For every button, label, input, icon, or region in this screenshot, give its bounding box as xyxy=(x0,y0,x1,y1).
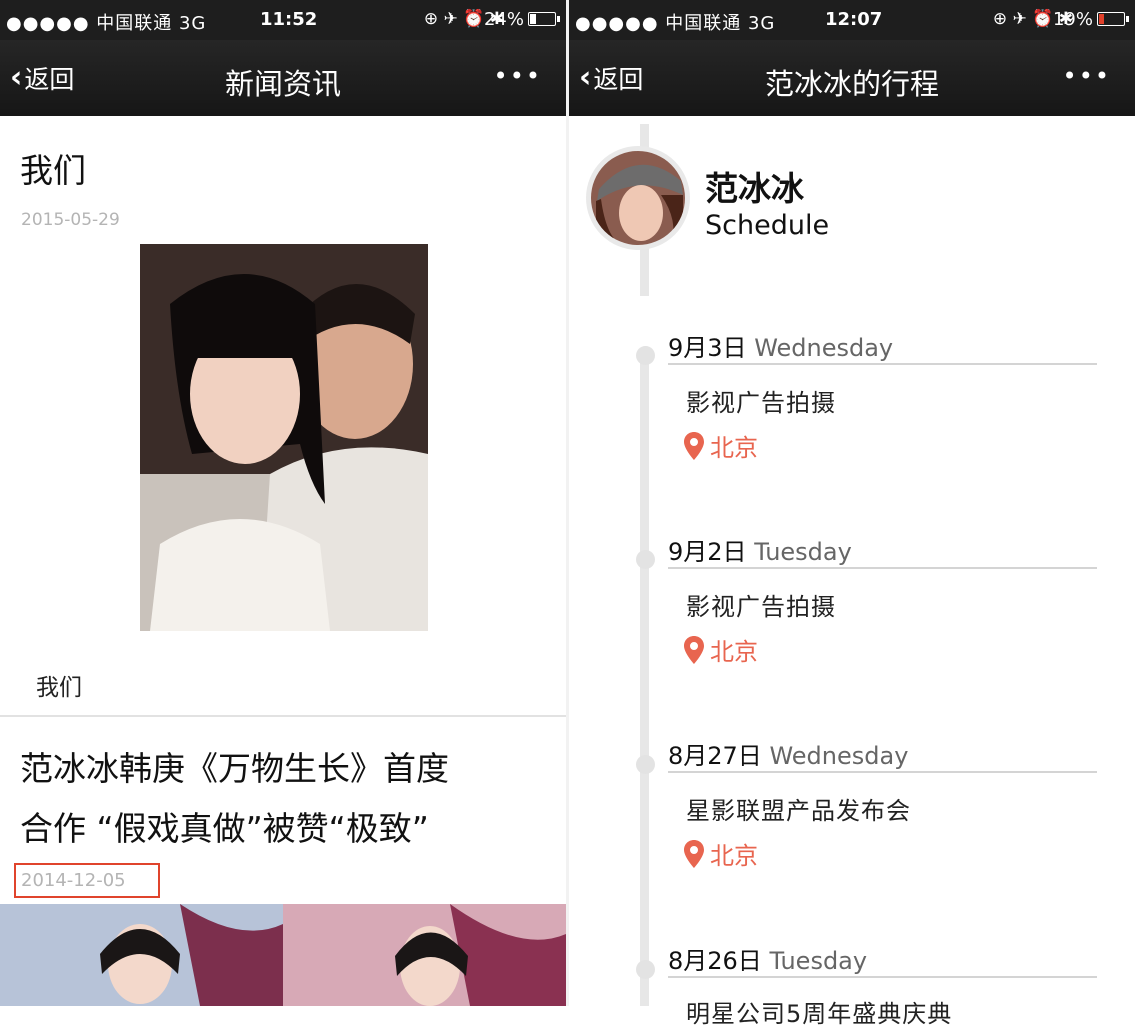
more-icon[interactable]: ••• xyxy=(494,62,542,90)
page-title: 新闻资讯 xyxy=(224,67,341,101)
timeline-line xyxy=(640,354,649,1006)
timeline-dot xyxy=(636,346,655,365)
timeline-dot xyxy=(636,550,655,569)
day-weekday: Wednesday xyxy=(754,334,894,362)
event-title[interactable]: 明星公司5周年盛典庆典 xyxy=(686,994,952,1029)
day-date: 8月27日 xyxy=(668,742,762,770)
day-weekday: Wednesday xyxy=(769,742,909,770)
article-title-2-line2[interactable]: 合作 “假戏真做”被赞“极致” xyxy=(20,802,429,850)
divider xyxy=(0,715,566,717)
battery-percent: 24% xyxy=(483,9,524,30)
status-bar: ●●●●● 中国联通 3G 11:52 ⊕ ✈ ⏰ ✱ 24% xyxy=(0,0,566,40)
article-date: 2015-05-29 xyxy=(21,210,120,230)
profile-name: 范冰冰 xyxy=(705,169,804,208)
nav-bar: ‹ 返回 新闻资讯 ••• xyxy=(0,40,566,116)
day-rule xyxy=(668,771,1097,773)
clock: 12:07 xyxy=(825,9,883,30)
day-header: 8月26日 Tuesday xyxy=(668,941,867,976)
avatar-photo xyxy=(591,151,685,245)
location-label: 北京 xyxy=(710,434,758,462)
photo-illustration xyxy=(140,244,428,631)
event-title[interactable]: 影视广告拍摄 xyxy=(686,383,836,418)
highlighted-date: 2014-12-05 xyxy=(14,863,160,898)
status-bar: ●●●●● 中国联通 3G 12:07 ⊕ ✈ ⏰ ✱ 19% xyxy=(569,0,1135,40)
page-title: 范冰冰的行程 xyxy=(764,67,939,101)
battery-icon xyxy=(528,12,560,26)
location-pin-icon xyxy=(684,839,704,868)
article-photo[interactable] xyxy=(140,244,428,631)
day-rule xyxy=(668,363,1097,365)
day-weekday: Tuesday xyxy=(769,947,868,975)
avatar[interactable] xyxy=(586,146,690,250)
day-rule xyxy=(668,976,1097,978)
carrier-signal: ●●●●● 中国联通 3G xyxy=(575,13,776,34)
article-caption: 我们 xyxy=(36,675,82,701)
day-weekday: Tuesday xyxy=(754,538,852,566)
day-header: 9月3日 Wednesday xyxy=(668,328,893,363)
clock: 11:52 xyxy=(260,9,318,30)
location-pin-icon xyxy=(684,635,704,664)
avatar-illustration xyxy=(591,151,685,245)
battery-icon xyxy=(1097,12,1129,26)
photo-illustration-2 xyxy=(0,904,566,1006)
article-2-photos[interactable] xyxy=(0,904,566,1006)
location-label: 北京 xyxy=(710,842,758,870)
day-rule xyxy=(668,567,1097,569)
article-title[interactable]: 我们 xyxy=(20,144,86,192)
article-title-2-line1[interactable]: 范冰冰韩庚《万物生长》首度 xyxy=(20,742,449,790)
carrier-signal: ●●●●● 中国联通 3G xyxy=(6,13,207,34)
timeline-dot xyxy=(636,960,655,979)
news-screen: ●●●●● 中国联通 3G 11:52 ⊕ ✈ ⏰ ✱ 24% ‹ 返回 新闻资… xyxy=(0,0,566,1006)
location-label: 北京 xyxy=(710,638,758,666)
event-title[interactable]: 星影联盟产品发布会 xyxy=(686,791,911,826)
battery-percent: 19% xyxy=(1052,9,1093,30)
nav-bar: ‹ 返回 范冰冰的行程 ••• xyxy=(569,40,1135,116)
profile-subtitle: Schedule xyxy=(705,210,830,241)
location-pin-icon xyxy=(684,431,704,460)
event-location[interactable]: 北京 xyxy=(684,632,758,667)
event-title[interactable]: 影视广告拍摄 xyxy=(686,587,836,622)
day-header: 8月27日 Wednesday xyxy=(668,736,908,771)
event-location[interactable]: 北京 xyxy=(684,836,758,871)
more-icon[interactable]: ••• xyxy=(1063,62,1111,90)
day-date: 8月26日 xyxy=(668,947,762,975)
timeline-dot xyxy=(636,755,655,774)
event-location[interactable]: 北京 xyxy=(684,428,758,463)
day-date: 9月2日 xyxy=(668,538,747,566)
day-date: 9月3日 xyxy=(668,334,747,362)
day-header: 9月2日 Tuesday xyxy=(668,532,852,567)
